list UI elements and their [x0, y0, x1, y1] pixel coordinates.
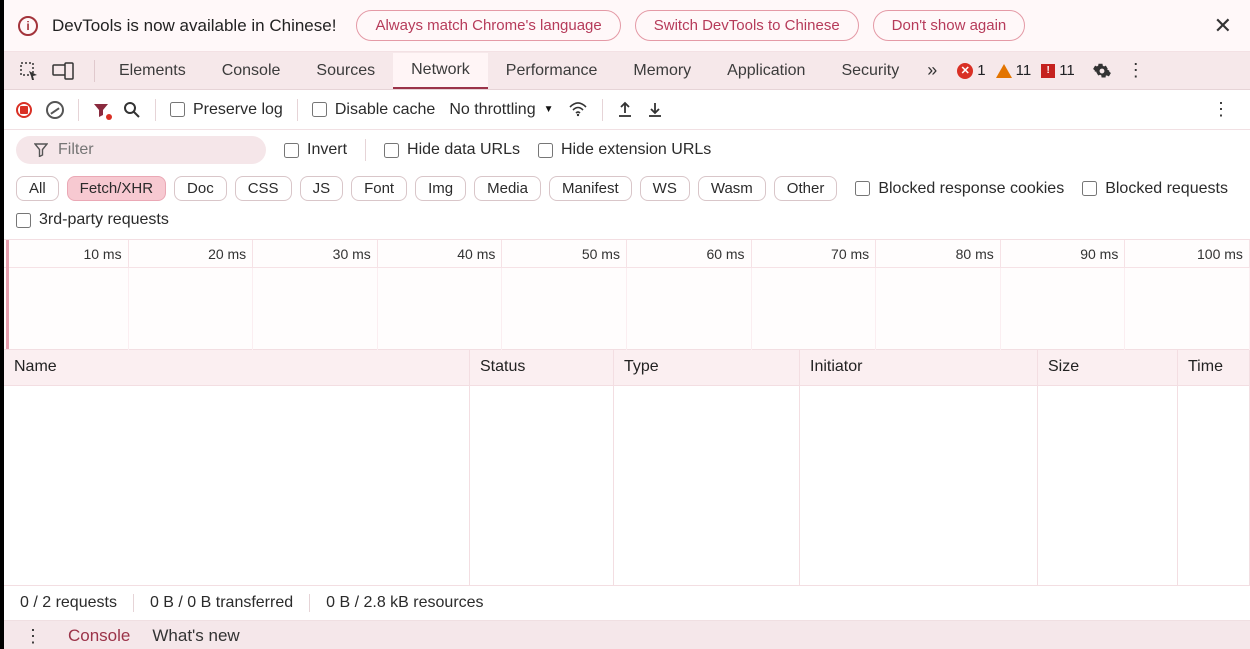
close-icon[interactable]: ✕	[1210, 13, 1236, 39]
status-resources: 0 B / 2.8 kB resources	[326, 594, 483, 612]
chip-img[interactable]: Img	[415, 176, 466, 201]
switch-devtools-language-button[interactable]: Switch DevTools to Chinese	[635, 10, 859, 41]
warning-icon	[996, 64, 1012, 78]
timeline-tick: 40 ms	[457, 246, 495, 262]
clear-button[interactable]	[46, 101, 64, 119]
resource-type-filters: All Fetch/XHR Doc CSS JS Font Img Media …	[4, 170, 1250, 207]
tab-elements[interactable]: Elements	[101, 54, 204, 88]
hide-data-urls-checkbox[interactable]: Hide data URLs	[384, 141, 520, 159]
match-language-button[interactable]: Always match Chrome's language	[356, 10, 620, 41]
tab-application[interactable]: Application	[709, 54, 823, 88]
kebab-menu-icon[interactable]: ⋮	[1119, 60, 1153, 81]
col-header-size[interactable]: Size	[1038, 350, 1178, 385]
chip-all[interactable]: All	[16, 176, 59, 201]
dont-show-again-button[interactable]: Don't show again	[873, 10, 1026, 41]
drawer-tabs: ⋮ Console What's new	[4, 621, 1250, 649]
toolbar-kebab-icon[interactable]: ⋮	[1204, 99, 1238, 120]
main-tabs: Elements Console Sources Network Perform…	[4, 52, 1250, 90]
tab-console[interactable]: Console	[204, 54, 299, 88]
info-message: DevTools is now available in Chinese!	[52, 16, 336, 36]
timeline-tick: 20 ms	[208, 246, 246, 262]
chip-manifest[interactable]: Manifest	[549, 176, 632, 201]
timeline-tick: 10 ms	[83, 246, 121, 262]
filter-input[interactable]	[58, 141, 248, 159]
issue-icon: !	[1041, 64, 1055, 78]
tab-memory[interactable]: Memory	[615, 54, 709, 88]
status-bar: 0 / 2 requests 0 B / 0 B transferred 0 B…	[4, 586, 1250, 621]
preserve-log-checkbox[interactable]: Preserve log	[170, 101, 283, 119]
device-toolbar-icon[interactable]	[52, 60, 74, 82]
tab-sources[interactable]: Sources	[298, 54, 393, 88]
requests-table-header: Name Status Type Initiator Size Time	[4, 350, 1250, 386]
chip-other[interactable]: Other	[774, 176, 838, 201]
issues-count: 11	[1059, 62, 1075, 79]
warnings-count: 11	[1016, 62, 1032, 79]
blocked-requests-checkbox[interactable]: Blocked requests	[1082, 180, 1228, 198]
filter-icon[interactable]	[93, 102, 109, 118]
drawer-tab-console[interactable]: Console	[68, 626, 130, 646]
export-har-icon[interactable]	[647, 101, 663, 119]
issues-badge[interactable]: ! 11	[1041, 62, 1075, 79]
filter-input-wrapper[interactable]	[16, 136, 266, 164]
more-tabs-icon[interactable]: »	[917, 60, 947, 81]
col-header-status[interactable]: Status	[470, 350, 614, 385]
invert-checkbox[interactable]: Invert	[284, 141, 347, 159]
drawer-kebab-icon[interactable]: ⋮	[20, 626, 46, 647]
errors-badge[interactable]: ✕ 1	[957, 62, 985, 79]
inspect-element-icon[interactable]	[18, 60, 40, 82]
chip-wasm[interactable]: Wasm	[698, 176, 766, 201]
timeline-tick: 80 ms	[956, 246, 994, 262]
timeline-tick: 70 ms	[831, 246, 869, 262]
timeline-tick: 60 ms	[706, 246, 744, 262]
drawer-tab-whatsnew[interactable]: What's new	[152, 626, 239, 646]
info-bar: i DevTools is now available in Chinese! …	[4, 0, 1250, 52]
import-har-icon[interactable]	[617, 101, 633, 119]
timeline-tick: 30 ms	[333, 246, 371, 262]
chip-fetch-xhr[interactable]: Fetch/XHR	[67, 176, 166, 201]
tab-performance[interactable]: Performance	[488, 54, 616, 88]
col-header-time[interactable]: Time	[1178, 350, 1250, 385]
chip-doc[interactable]: Doc	[174, 176, 227, 201]
info-icon: i	[18, 16, 38, 36]
tab-network[interactable]: Network	[393, 53, 488, 89]
timeline-tick: 50 ms	[582, 246, 620, 262]
chip-font[interactable]: Font	[351, 176, 407, 201]
status-transferred: 0 B / 0 B transferred	[150, 594, 293, 612]
timeline-overview[interactable]: 10 ms 20 ms 30 ms 40 ms 50 ms 60 ms 70 ms 80 ms…	[4, 240, 1250, 350]
throttling-dropdown[interactable]: No throttling▼	[449, 101, 553, 119]
search-icon[interactable]	[123, 101, 141, 119]
timeline-tick: 100 ms	[1197, 246, 1243, 262]
filter-row: Invert Hide data URLs Hide extension URL…	[4, 130, 1250, 170]
errors-count: 1	[977, 62, 985, 79]
col-header-name[interactable]: Name	[4, 350, 470, 385]
network-toolbar: Preserve log Disable cache No throttling…	[4, 90, 1250, 130]
chip-media[interactable]: Media	[474, 176, 541, 201]
gear-icon[interactable]	[1085, 62, 1119, 80]
tab-security[interactable]: Security	[823, 54, 917, 88]
col-header-type[interactable]: Type	[614, 350, 800, 385]
col-header-initiator[interactable]: Initiator	[800, 350, 1038, 385]
error-icon: ✕	[957, 63, 973, 79]
timeline-tick: 90 ms	[1080, 246, 1118, 262]
chip-js[interactable]: JS	[300, 176, 344, 201]
third-party-requests-checkbox[interactable]: 3rd-party requests	[16, 211, 169, 229]
chip-css[interactable]: CSS	[235, 176, 292, 201]
record-button[interactable]	[16, 102, 32, 118]
disable-cache-checkbox[interactable]: Disable cache	[312, 101, 436, 119]
funnel-outline-icon	[34, 143, 48, 157]
hide-extension-urls-checkbox[interactable]: Hide extension URLs	[538, 141, 711, 159]
network-conditions-icon[interactable]	[568, 102, 588, 118]
chip-ws[interactable]: WS	[640, 176, 690, 201]
blocked-response-cookies-checkbox[interactable]: Blocked response cookies	[855, 180, 1064, 198]
status-requests: 0 / 2 requests	[20, 594, 117, 612]
warnings-badge[interactable]: 11	[996, 62, 1032, 79]
requests-table-body	[4, 386, 1250, 586]
